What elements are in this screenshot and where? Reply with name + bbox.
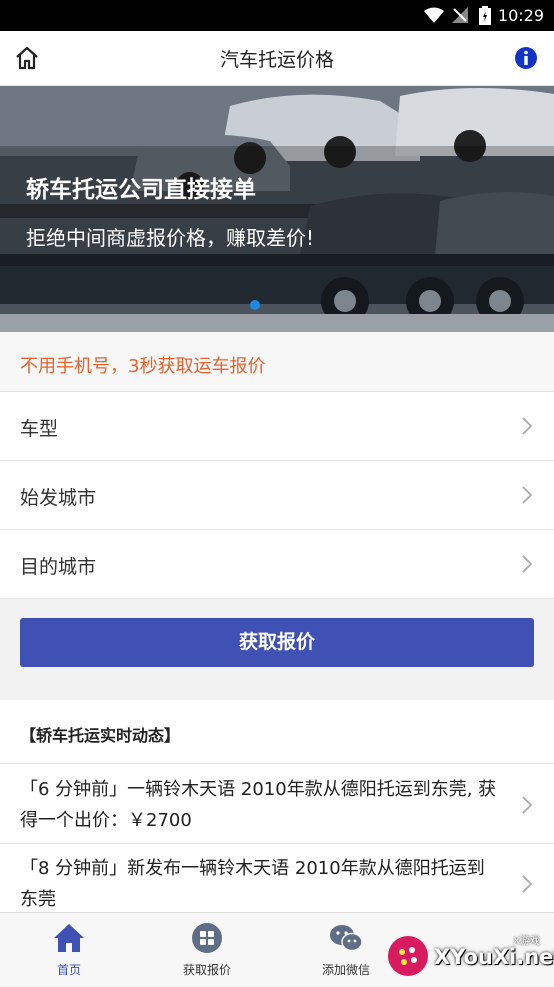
banner-subline: 拒绝中间商虚报价格，赚取差价! xyxy=(26,226,315,250)
form-row-origin-city[interactable]: 始发城市 xyxy=(0,461,554,530)
battery-icon xyxy=(479,6,491,29)
news-item[interactable]: 「6 分钟前」一辆铃木天语 2010年款从德阳托运到东莞, 获得一个出价：￥27… xyxy=(0,766,554,844)
grid-icon xyxy=(191,922,223,958)
wifi-icon xyxy=(424,7,444,27)
news-item-text: 「8 分钟前」新发布一辆铃木天语 2010年款从德阳托运到东莞 xyxy=(20,858,485,910)
status-bar: 10:29 xyxy=(0,0,554,31)
divider xyxy=(0,763,554,764)
tab-get-quote[interactable]: 获取报价 xyxy=(138,913,276,987)
page-title: 汽车托运价格 xyxy=(219,49,334,71)
form-row-destination-city[interactable]: 目的城市 xyxy=(0,530,554,599)
chevron-right-icon xyxy=(522,555,533,577)
news-section: 【轿车托运实时动态】 「6 分钟前」一辆铃木天语 2010年款从德阳托运到东莞,… xyxy=(0,700,554,912)
home-icon xyxy=(52,922,86,958)
car-carrier-image xyxy=(0,86,554,332)
submit-area: 获取报价 xyxy=(0,599,554,699)
divider xyxy=(0,843,554,844)
info-icon[interactable] xyxy=(514,46,538,74)
news-title: 【轿车托运实时动态】 xyxy=(20,726,181,745)
app-header: 汽车托运价格 xyxy=(0,31,554,86)
wechat-icon xyxy=(328,922,364,958)
origin-city-label: 始发城市 xyxy=(20,487,97,509)
quote-form: 车型 始发城市 目的城市 xyxy=(0,392,554,599)
tab-get-quote-label: 获取报价 xyxy=(182,963,231,977)
no-signal-icon xyxy=(452,7,468,27)
promo-text: 不用手机号，3秒获取运车报价 xyxy=(20,356,266,377)
chevron-right-icon xyxy=(522,796,533,818)
watermark: XYouXi.net X游戏 xyxy=(384,930,554,986)
chevron-right-icon xyxy=(522,486,533,508)
tab-home[interactable]: 首页 xyxy=(0,913,138,987)
status-time: 10:29 xyxy=(497,6,544,25)
get-quote-button[interactable]: 获取报价 xyxy=(20,618,534,667)
promo-strip: 不用手机号，3秒获取运车报价 xyxy=(0,332,554,392)
watermark-logo-icon xyxy=(388,936,428,976)
carousel-indicator xyxy=(250,300,260,310)
banner-headline: 轿车托运公司直接接单 xyxy=(26,177,256,203)
promo-banner[interactable]: 轿车托运公司直接接单 拒绝中间商虚报价格，赚取差价! xyxy=(0,86,554,332)
news-item-text: 「6 分钟前」一辆铃木天语 2010年款从德阳托运到东莞, 获得一个出价：￥27… xyxy=(20,779,497,831)
car-type-label: 车型 xyxy=(20,418,59,440)
form-row-car-type[interactable]: 车型 xyxy=(0,392,554,461)
chevron-right-icon xyxy=(522,417,533,439)
tab-home-label: 首页 xyxy=(56,963,81,977)
chevron-right-icon xyxy=(522,875,533,897)
watermark-tag: X游戏 xyxy=(513,936,540,947)
watermark-text: XYouXi.net xyxy=(434,945,554,969)
destination-city-label: 目的城市 xyxy=(20,556,97,578)
